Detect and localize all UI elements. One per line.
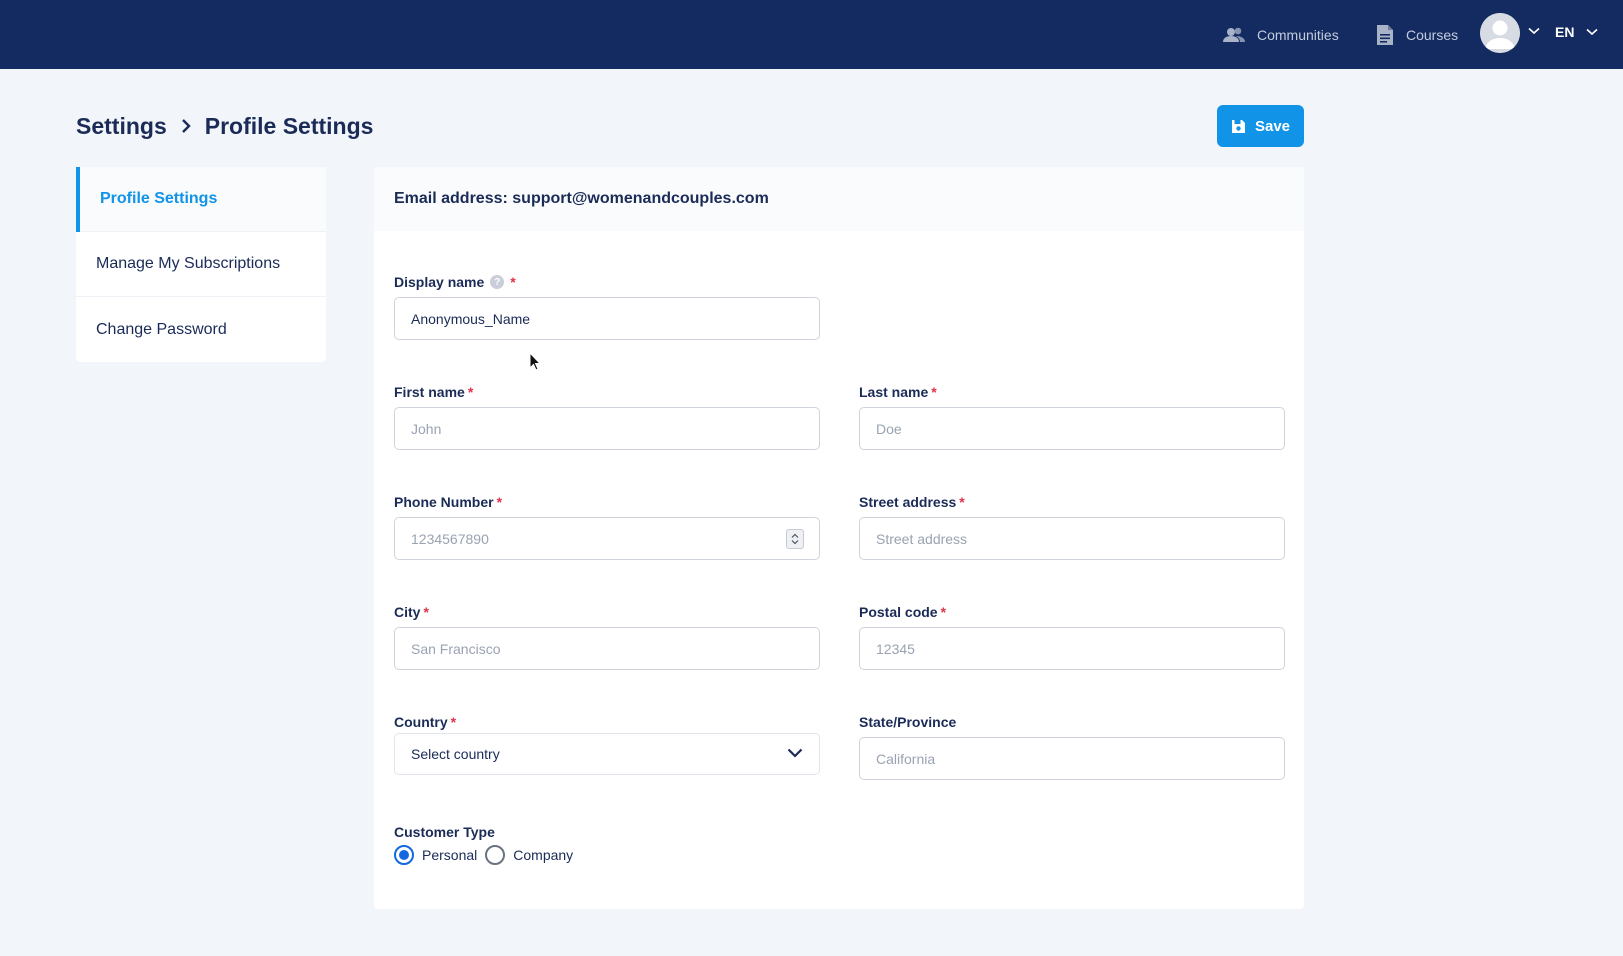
breadcrumb-current: Profile Settings (204, 112, 374, 139)
display-name-label-text: Display name (394, 274, 485, 290)
email-address-header: Email address: support@womenandcouples.c… (374, 167, 1304, 231)
phone-number-input[interactable] (394, 517, 820, 560)
top-navbar: Communities Courses EN (0, 0, 1623, 69)
document-icon (1377, 24, 1393, 45)
display-name-field: Display name ? * (394, 273, 820, 343)
first-name-input[interactable] (394, 407, 820, 450)
required-mark: * (940, 604, 947, 620)
nav-courses-label: Courses (1406, 26, 1459, 43)
last-name-label: Last name * (859, 383, 1285, 401)
state-province-input[interactable] (859, 737, 1285, 780)
state-province-label-text: State/Province (859, 714, 957, 730)
first-name-label-text: First name (394, 384, 465, 400)
sidebar-item-profile-settings[interactable]: Profile Settings (76, 167, 326, 232)
display-name-input[interactable] (394, 297, 820, 340)
last-name-input[interactable] (859, 407, 1285, 450)
required-mark: * (510, 274, 516, 290)
radio-company-label[interactable]: Company (513, 847, 573, 863)
street-address-label: Street address * (859, 493, 1285, 511)
country-select[interactable]: Select country (394, 733, 820, 775)
state-province-field: State/Province (859, 713, 1285, 783)
nav-courses-link[interactable]: Courses (1376, 0, 1458, 69)
sidebar-item-change-password[interactable]: Change Password (76, 297, 326, 362)
city-label: City * (394, 603, 820, 621)
customer-type-field: Customer Type (394, 823, 820, 843)
chevron-down-icon[interactable] (1528, 27, 1540, 35)
user-avatar-icon (1480, 13, 1520, 53)
mouse-pointer-icon (529, 352, 541, 371)
country-field: Country * Select country (394, 713, 820, 783)
postal-code-label: Postal code * (859, 603, 1285, 621)
sidebar-item-manage-subscriptions[interactable]: Manage My Subscriptions (76, 232, 326, 297)
breadcrumb: Settings Profile Settings (76, 108, 373, 144)
floppy-disk-icon (1231, 119, 1245, 133)
settings-sidebar: Profile Settings Manage My Subscriptions… (76, 167, 326, 362)
required-mark: * (959, 494, 965, 510)
breadcrumb-root[interactable]: Settings (76, 113, 167, 140)
postal-code-field: Postal code * (859, 603, 1285, 673)
postal-code-input[interactable] (859, 627, 1285, 670)
city-label-text: City (394, 604, 421, 620)
save-button[interactable]: Save (1217, 105, 1304, 147)
country-selected-value: Select country (411, 746, 500, 762)
phone-number-label: Phone Number * (394, 493, 820, 511)
chevron-down-icon (1586, 28, 1598, 36)
country-label: Country * (394, 713, 820, 731)
required-mark: * (931, 384, 937, 400)
street-address-label-text: Street address (859, 494, 957, 510)
first-name-label: First name * (394, 383, 820, 401)
chevron-right-icon (181, 118, 191, 134)
language-label: EN (1555, 24, 1575, 40)
state-province-label: State/Province (859, 713, 1285, 731)
help-icon[interactable]: ? (490, 275, 505, 289)
users-icon (1223, 27, 1245, 42)
required-mark: * (423, 604, 429, 620)
customer-type-label: Customer Type (394, 824, 495, 840)
language-selector[interactable]: EN (1555, 0, 1598, 64)
city-field: City * (394, 603, 820, 673)
customer-type-radio-group: Personal Company (394, 845, 581, 865)
last-name-field: Last name * (859, 383, 1285, 453)
display-name-label: Display name ? * (394, 273, 820, 291)
phone-number-label-text: Phone Number (394, 494, 494, 510)
city-input[interactable] (394, 627, 820, 670)
radio-personal[interactable] (394, 845, 414, 865)
last-name-label-text: Last name (859, 384, 929, 400)
country-label-text: Country (394, 714, 448, 730)
postal-code-label-text: Postal code (859, 604, 938, 620)
phone-number-field: Phone Number * (394, 493, 820, 563)
radio-company[interactable] (485, 845, 506, 865)
required-mark: * (467, 384, 474, 400)
chevron-down-icon (787, 748, 803, 758)
street-address-input[interactable] (859, 517, 1285, 560)
required-mark: * (496, 494, 503, 510)
radio-personal-label[interactable]: Personal (422, 847, 477, 863)
street-address-field: Street address * (859, 493, 1285, 563)
profile-form-card: Email address: support@womenandcouples.c… (374, 167, 1304, 909)
required-mark: * (450, 714, 457, 730)
first-name-field: First name * (394, 383, 820, 453)
nav-communities-link[interactable]: Communities (1223, 0, 1339, 69)
number-stepper-icon[interactable] (786, 529, 804, 549)
nav-communities-label: Communities (1257, 26, 1339, 43)
user-avatar[interactable] (1480, 13, 1520, 53)
save-button-label: Save (1254, 117, 1291, 135)
